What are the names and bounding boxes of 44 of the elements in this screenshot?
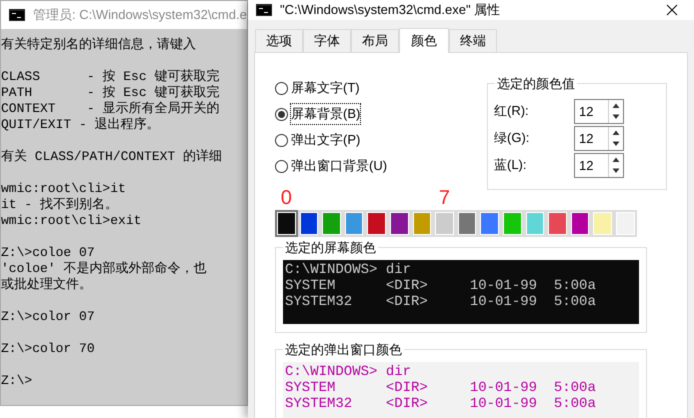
preview-line: SYSTEM <DIR> 10-01-99 5:00a bbox=[285, 278, 596, 294]
tab[interactable]: 颜色 bbox=[399, 28, 449, 52]
console-line: wmic:root\cli>exit bbox=[1, 213, 142, 229]
dialog-title: "C:\Windows\system32\cmd.exe" 属性 bbox=[280, 1, 502, 19]
preview-line: C:\WINDOWS> dir bbox=[285, 364, 412, 380]
console-line: it - 找不到别名。 bbox=[1, 197, 118, 213]
close-icon[interactable] bbox=[666, 4, 678, 16]
preview-line: C:\WINDOWS> dir bbox=[285, 262, 412, 278]
console-line: QUIT/EXIT - 退出程序。 bbox=[1, 117, 160, 133]
console-line: 有关特定别名的详细信息，请键入 bbox=[1, 37, 196, 53]
annotation-number: 7 bbox=[438, 188, 450, 206]
console-line: 有关 CLASS/PATH/CONTEXT 的详细 bbox=[1, 149, 222, 165]
console-icon bbox=[9, 9, 25, 21]
console-line: PATH - 按 Esc 键可获取完 bbox=[1, 85, 220, 101]
radio-option[interactable]: 屏幕背景(B) bbox=[275, 104, 388, 124]
console-line: CONTEXT - 显示所有全局开关的 bbox=[1, 101, 220, 117]
console-line: 'coloe' 不是内部或外部命令，也 bbox=[1, 261, 206, 277]
radio-option[interactable]: 屏幕文字(T) bbox=[275, 78, 388, 98]
console-icon bbox=[256, 4, 272, 16]
console-line: 或批处理文件。 bbox=[1, 277, 92, 293]
console-line: Z:\>color 07 bbox=[1, 309, 95, 325]
color-value-label: 蓝(L): bbox=[494, 156, 528, 174]
preview-line: SYSTEM32 <DIR> 10-01-99 5:00a bbox=[285, 396, 596, 412]
color-value-label: 绿(G): bbox=[494, 129, 530, 148]
tab[interactable]: 终端 bbox=[449, 28, 497, 52]
window-title: 管理员: C:\Windows\system32\cmd.e bbox=[33, 6, 247, 24]
number-spinner[interactable]: 12 bbox=[574, 152, 624, 178]
radio-option[interactable]: 弹出文字(P) bbox=[275, 130, 388, 150]
radio-option[interactable]: 弹出窗口背景(U) bbox=[275, 156, 388, 176]
annotation-number: 0 bbox=[280, 188, 292, 206]
console-line: Z:\> bbox=[1, 373, 32, 389]
preview-line: SYSTEM <DIR> 10-01-99 5:00a bbox=[285, 380, 596, 396]
color-swatch[interactable] bbox=[275, 210, 298, 236]
preview-line: SYSTEM32 <DIR> 10-01-99 5:00a bbox=[285, 294, 596, 310]
number-spinner[interactable]: 12 bbox=[574, 98, 624, 124]
color-value-label: 红(R): bbox=[494, 102, 530, 120]
number-spinner[interactable]: 12 bbox=[574, 126, 624, 150]
console-line: wmic:root\cli>it bbox=[1, 181, 126, 197]
tab[interactable]: 布局 bbox=[351, 28, 399, 52]
console-line: Z:\>coloe 07 bbox=[1, 245, 95, 261]
tab[interactable]: 字体 bbox=[303, 28, 351, 52]
console-line: CLASS - 按 Esc 键可获取完 bbox=[1, 69, 220, 85]
console-line: Z:\>color 70 bbox=[1, 341, 95, 357]
tab[interactable]: 选项 bbox=[255, 28, 303, 52]
